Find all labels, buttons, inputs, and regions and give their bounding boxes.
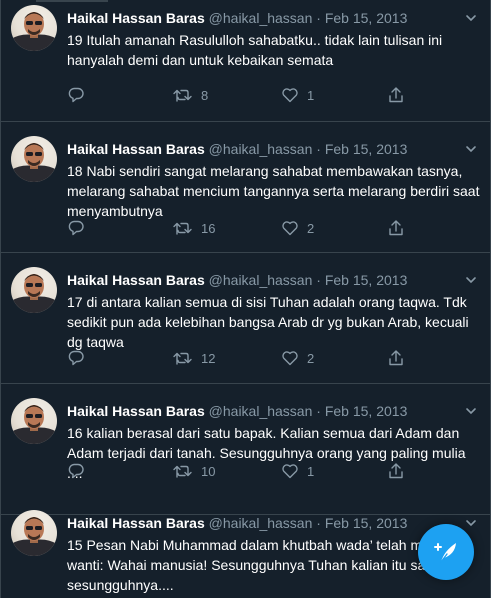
compose-tweet-button[interactable] [418,524,474,580]
like-button[interactable]: 1 [281,461,314,481]
share-icon [389,350,403,366]
chevron-down-icon[interactable] [464,404,478,418]
retweet-count: 8 [201,87,209,103]
separator-dot: · [316,10,321,26]
retweet-count: 12 [201,350,216,366]
retweet-icon [173,222,192,235]
heart-icon [282,351,298,366]
share-button[interactable] [387,461,405,481]
retweet-icon [173,89,192,102]
tweet-text: 15 Pesan Nabi Muhammad dalam khutbah wad… [67,537,430,593]
retweet-icon [173,465,192,478]
tweet-date[interactable]: Feb 15, 2013 [325,141,408,157]
tweet-header: Haikal Hassan Baras @haikal_hassan · Feb… [67,402,407,420]
author-handle[interactable]: @haikal_hassan [209,403,313,419]
avatar[interactable] [11,398,57,444]
tweet-header: Haikal Hassan Baras @haikal_hassan · Feb… [67,9,407,27]
chevron-down-icon[interactable] [464,516,478,530]
compose-tweet-icon [434,543,456,563]
tweet-date[interactable]: Feb 15, 2013 [325,515,408,531]
chevron-down-icon[interactable] [464,142,478,156]
like-button[interactable]: 2 [281,218,314,238]
heart-icon [282,464,298,479]
timeline: Haikal Hassan Baras @haikal_hassan · Feb… [0,0,491,598]
tweet-header: Haikal Hassan Baras @haikal_hassan · Feb… [67,514,407,532]
separator-dot: · [316,272,321,288]
tweet-header: Haikal Hassan Baras @haikal_hassan · Feb… [67,140,407,158]
share-button[interactable] [387,85,405,105]
like-count: 1 [307,463,315,479]
tweet-text: 19 Itulah amanah Rasululloh sahabatku.. … [67,32,443,68]
reply-icon [68,463,84,479]
share-icon [389,87,403,103]
tweet-text: 18 Nabi sendiri sangat melarang sahabat … [67,163,480,219]
tweet[interactable]: Haikal Hassan Baras @haikal_hassan · Feb… [0,253,491,384]
tweet-text: 17 di antara kalian semua di sisi Tuhan … [67,294,469,350]
author-name[interactable]: Haikal Hassan Baras [67,141,205,157]
tweet[interactable]: Haikal Hassan Baras @haikal_hassan · Feb… [0,0,491,122]
retweet-count: 10 [201,463,216,479]
reply-icon [68,87,84,103]
separator-dot: · [316,515,321,531]
chevron-down-icon[interactable] [464,11,478,25]
author-name[interactable]: Haikal Hassan Baras [67,515,205,531]
avatar[interactable] [11,5,57,51]
reply-icon [68,350,84,366]
like-button[interactable]: 2 [281,348,314,368]
like-button[interactable]: 1 [281,85,314,105]
author-handle[interactable]: @haikal_hassan [209,10,313,26]
author-handle[interactable]: @haikal_hassan [209,272,313,288]
author-name[interactable]: Haikal Hassan Baras [67,403,205,419]
separator-dot: · [316,403,321,419]
heart-icon [282,88,298,103]
tweet-date[interactable]: Feb 15, 2013 [325,403,408,419]
reply-button[interactable] [67,85,93,105]
retweet-button[interactable]: 12 [173,348,215,368]
like-count: 2 [307,350,315,366]
retweet-icon [173,352,192,365]
retweet-button[interactable]: 8 [173,85,208,105]
chevron-down-icon[interactable] [464,273,478,287]
tweet-date[interactable]: Feb 15, 2013 [325,272,408,288]
separator-dot: · [316,141,321,157]
reply-icon [68,220,84,236]
tweet-actions: 10 1 [67,461,417,481]
reply-button[interactable] [67,348,93,368]
heart-icon [282,221,298,236]
tweet-actions: 12 2 [67,348,417,368]
tweet-actions: 8 1 [67,85,417,105]
share-button[interactable] [387,348,405,368]
author-handle[interactable]: @haikal_hassan [209,141,313,157]
author-handle[interactable]: @haikal_hassan [209,515,313,531]
avatar[interactable] [11,267,57,313]
author-name[interactable]: Haikal Hassan Baras [67,272,205,288]
share-icon [389,463,403,479]
tweet-date[interactable]: Feb 15, 2013 [325,10,408,26]
tweet[interactable]: Haikal Hassan Baras @haikal_hassan · Feb… [0,122,491,253]
like-count: 2 [307,220,315,236]
retweet-count: 16 [201,220,216,236]
avatar[interactable] [11,136,57,182]
retweet-button[interactable]: 16 [173,218,215,238]
retweet-button[interactable]: 10 [173,461,215,481]
reply-button[interactable] [67,461,93,481]
tweet-actions: 16 2 [67,218,417,238]
share-icon [389,220,403,236]
reply-button[interactable] [67,218,93,238]
avatar[interactable] [11,510,57,556]
author-name[interactable]: Haikal Hassan Baras [67,10,205,26]
share-button[interactable] [387,218,405,238]
tweet-header: Haikal Hassan Baras @haikal_hassan · Feb… [67,271,407,289]
like-count: 1 [307,87,315,103]
